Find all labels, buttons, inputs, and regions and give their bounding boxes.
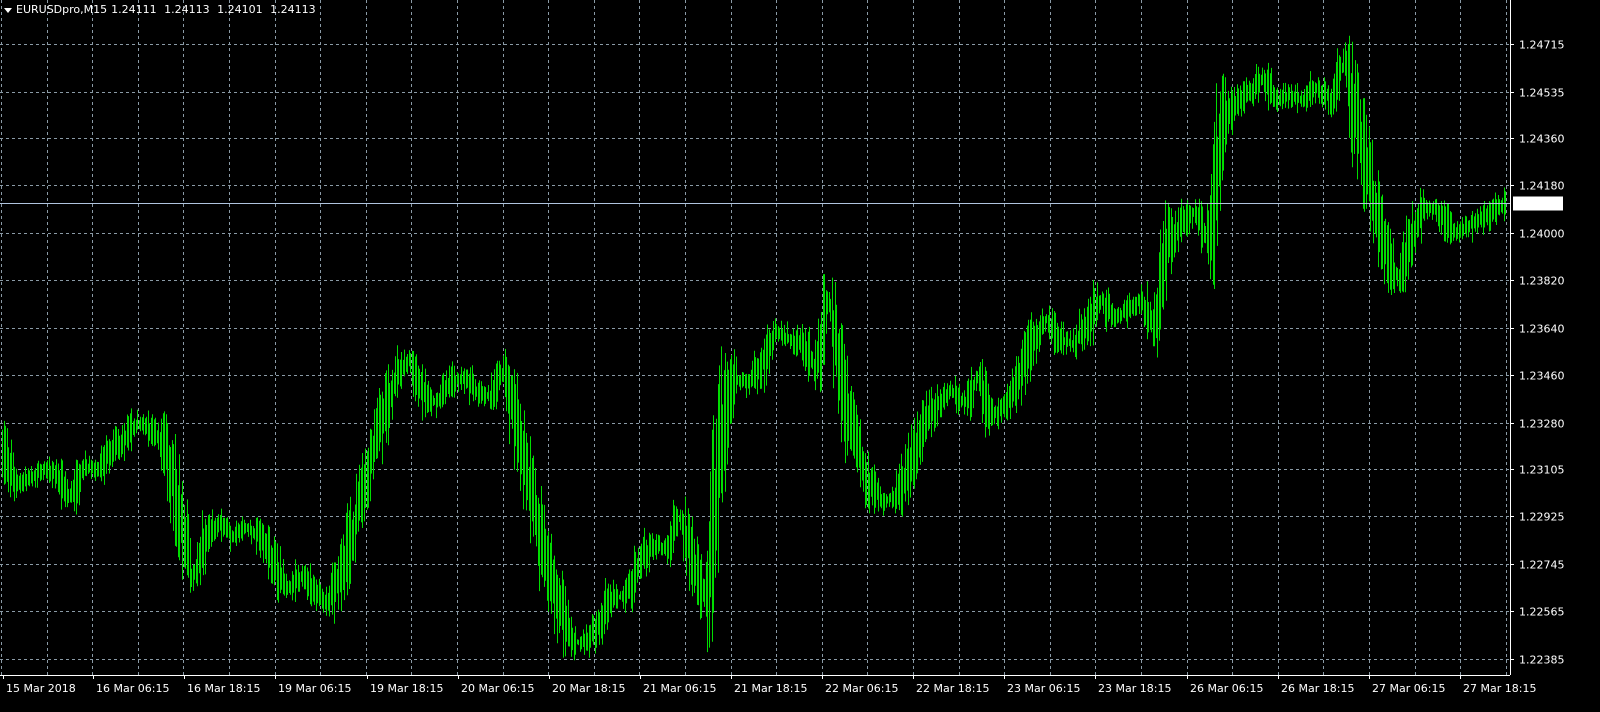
time-tick-label: 26 Mar 18:15: [1281, 682, 1354, 695]
price-tick-label: 1.23640: [1519, 323, 1565, 336]
triangle-down-icon[interactable]: [4, 7, 12, 13]
time-tick-label: 27 Mar 18:15: [1463, 682, 1536, 695]
price-tick-label: 1.24715: [1519, 39, 1565, 52]
time-tick-label: 27 Mar 06:15: [1372, 682, 1445, 695]
time-tick-label: 19 Mar 18:15: [370, 682, 443, 695]
time-tick-label: 16 Mar 18:15: [187, 682, 260, 695]
ohlc-values: 1.24111 1.24113 1.24101 1.24113: [111, 2, 320, 18]
price-tick-label: 1.23280: [1519, 418, 1565, 431]
symbol-name: EURUSDpro,M15: [16, 3, 108, 16]
time-tick-label: 26 Mar 06:15: [1190, 682, 1263, 695]
price-tick-label: 1.24535: [1519, 87, 1565, 100]
price-chart[interactable]: 1.22385 1.22565 1.22745 1.22925 1.23105 1.232…: [0, 0, 1600, 712]
time-tick-label: 21 Mar 06:15: [643, 682, 716, 695]
price-tick-label: 1.22565: [1519, 606, 1565, 619]
time-tick-label: 20 Mar 06:15: [461, 682, 534, 695]
price-tick-label: 1.24180: [1519, 180, 1565, 193]
time-tick-label: 22 Mar 18:15: [916, 682, 989, 695]
chart-window[interactable]: 1.22385 1.22565 1.22745 1.22925 1.23105 1.232…: [0, 0, 1600, 712]
high-price: 1.24113: [164, 3, 210, 16]
time-tick-label: 23 Mar 18:15: [1098, 682, 1171, 695]
symbol-header: EURUSDpro,M15 1.24111 1.24113 1.24101 1.…: [4, 2, 320, 18]
price-tick-label: 1.23820: [1519, 275, 1565, 288]
current-price-label: 1.24113: [1513, 196, 1563, 211]
close-price: 1.24113: [270, 3, 316, 16]
low-price: 1.24101: [217, 3, 263, 16]
price-tick-label: 1.22925: [1519, 511, 1565, 524]
time-tick-label: 21 Mar 18:15: [734, 682, 807, 695]
price-tick-label: 1.24000: [1519, 228, 1565, 241]
price-tick-label: 1.23460: [1519, 370, 1565, 383]
current-price-label-text: 1.24113: [1516, 198, 1562, 211]
time-tick-label: 20 Mar 18:15: [552, 682, 625, 695]
time-tick-label: 19 Mar 06:15: [278, 682, 351, 695]
price-tick-label: 1.22385: [1519, 654, 1565, 667]
price-tick-label: 1.22745: [1519, 559, 1565, 572]
price-tick-label: 1.24360: [1519, 133, 1565, 146]
time-tick-label: 23 Mar 06:15: [1007, 682, 1080, 695]
time-tick-label: 16 Mar 06:15: [96, 682, 169, 695]
time-tick-label: 22 Mar 06:15: [825, 682, 898, 695]
open-price: 1.24111: [111, 3, 157, 16]
price-tick-label: 1.23105: [1519, 464, 1565, 477]
time-tick-label: 15 Mar 2018: [6, 682, 76, 695]
